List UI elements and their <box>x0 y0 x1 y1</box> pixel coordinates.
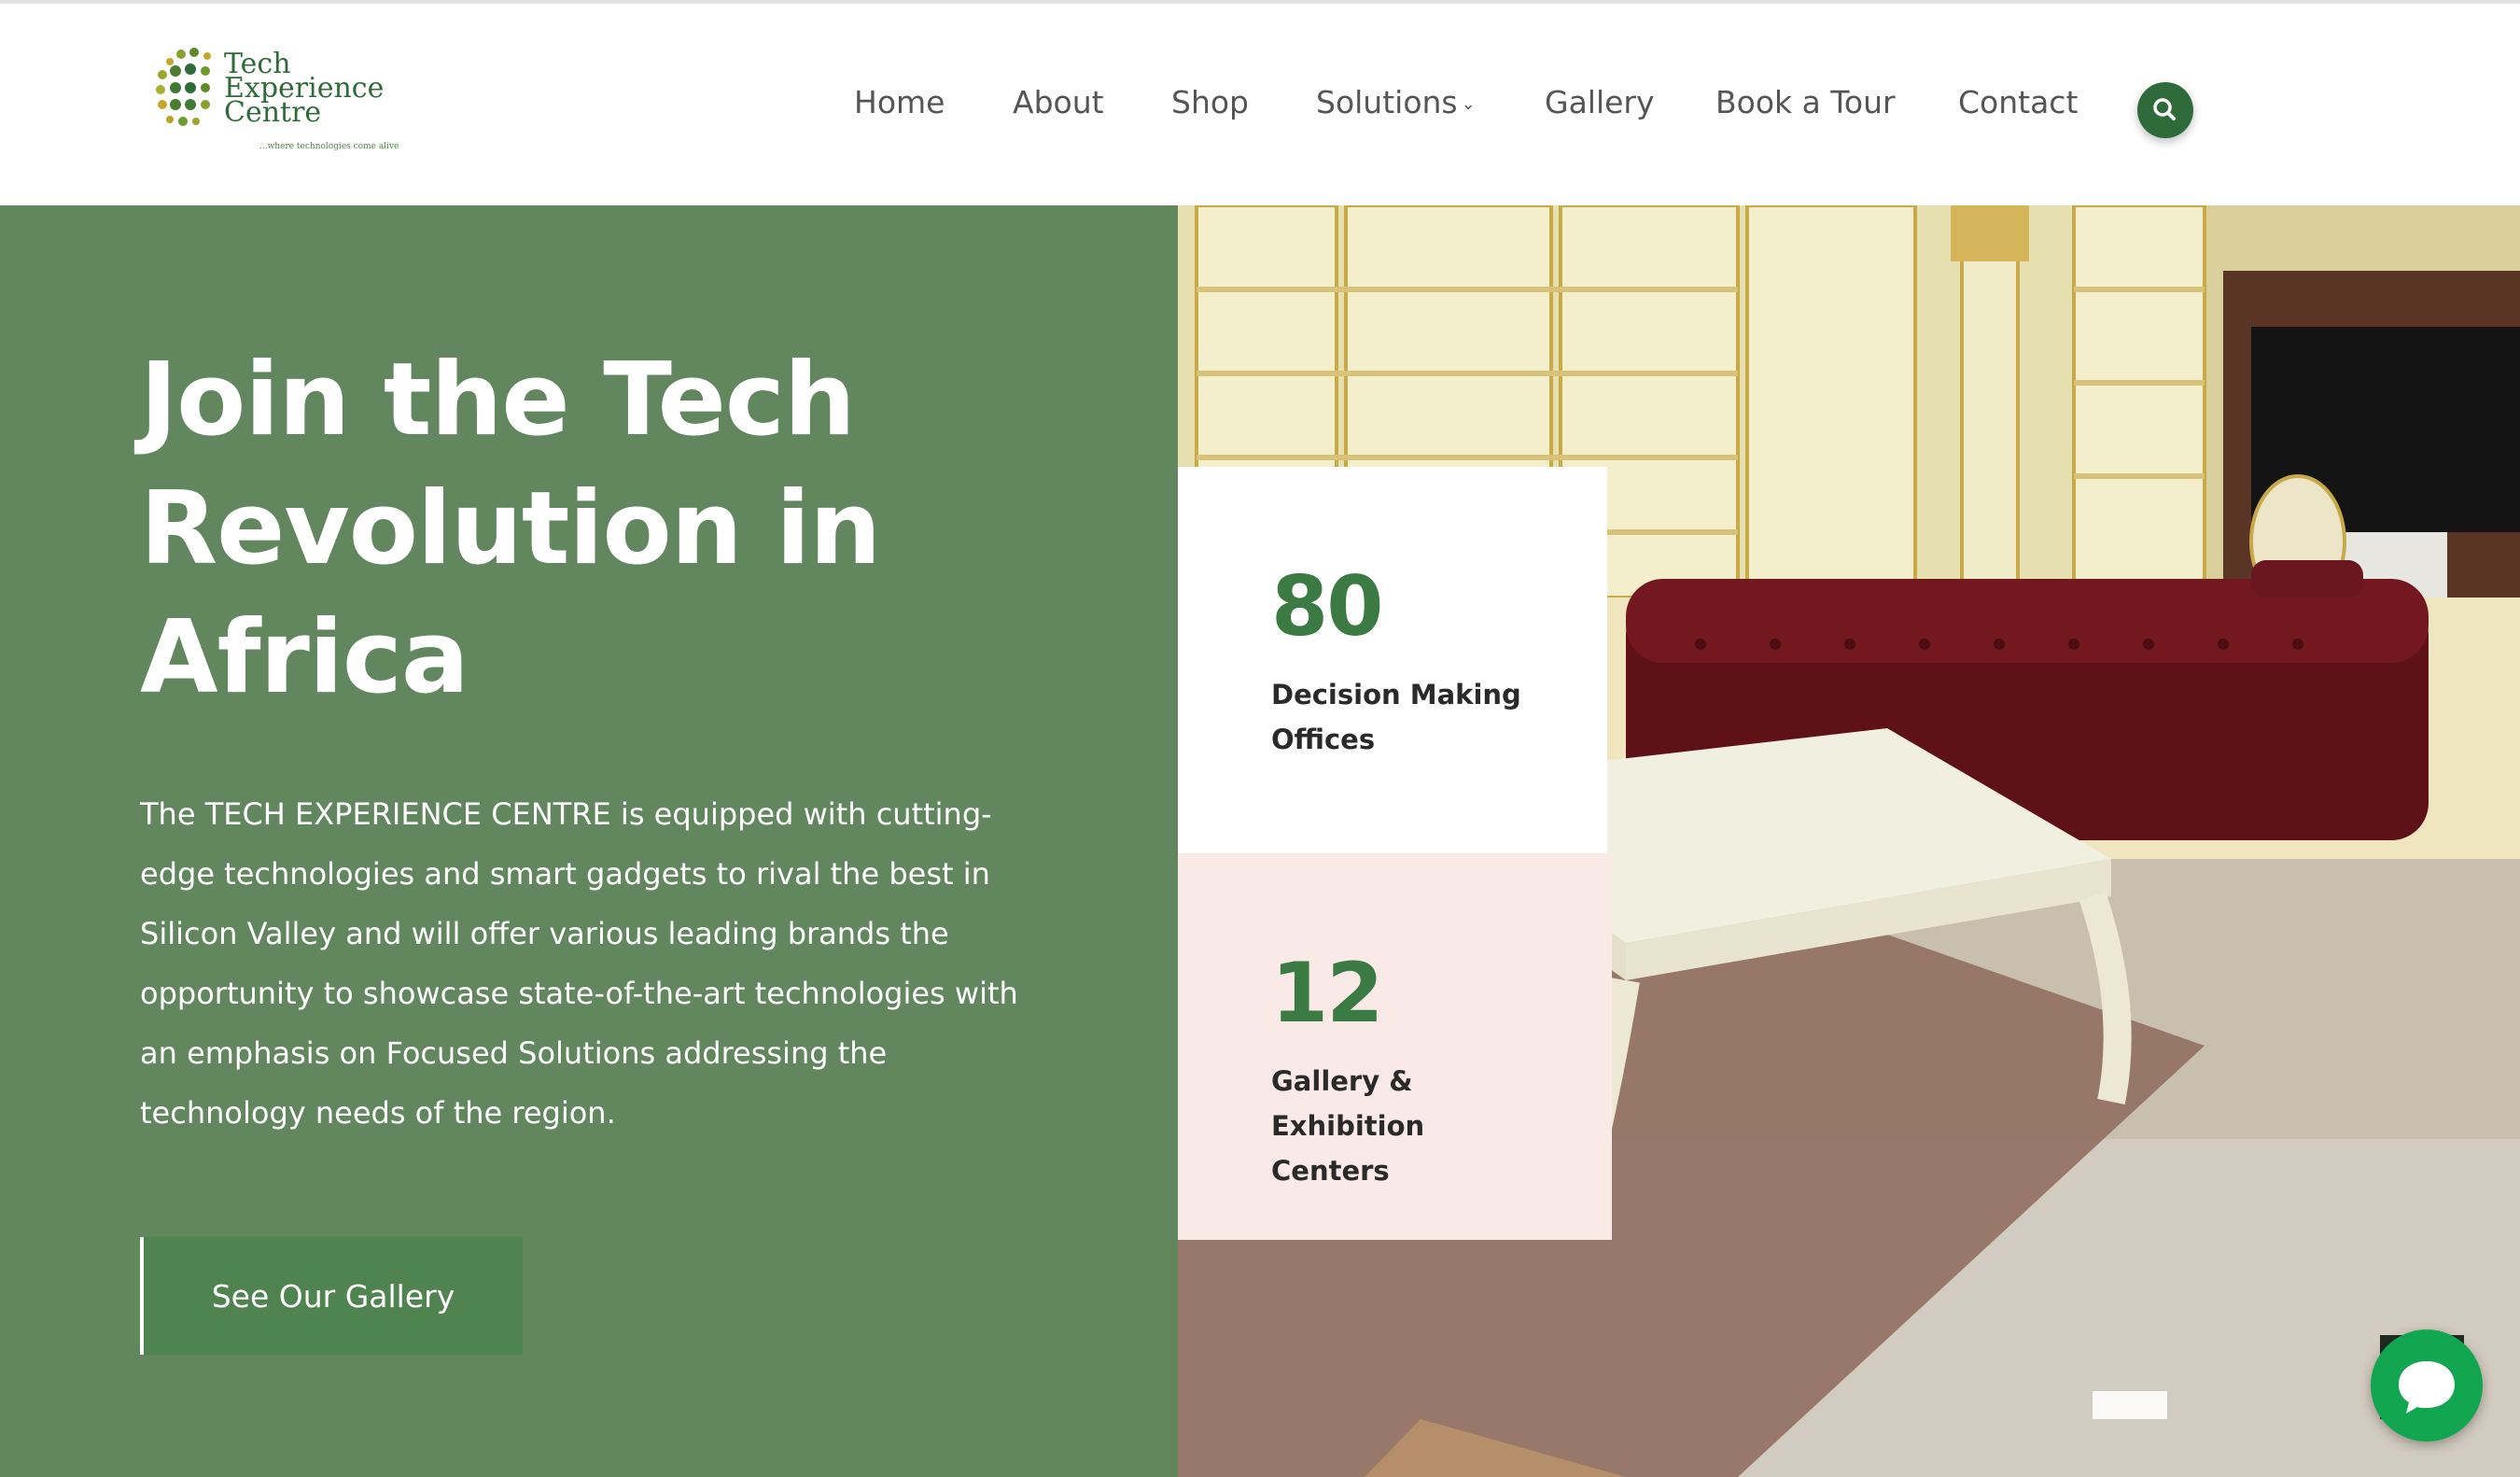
stat-value: 12 <box>1271 945 1383 1041</box>
stat-value: 80 <box>1271 558 1383 654</box>
hero-title-line-3: Africa <box>140 599 469 716</box>
nav-shop[interactable]: Shop <box>1171 84 1249 120</box>
chevron-down-icon: ⌄ <box>1461 94 1476 114</box>
site-header: Tech Experience Centre ...where technolo… <box>0 4 2520 205</box>
chat-bubble-icon <box>2399 1361 2455 1414</box>
hero-title-line-2: Revolution in <box>140 471 881 587</box>
nav-book-a-tour[interactable]: Book a Tour <box>1715 84 1896 120</box>
stat-card-galleries: 12 Gallery & Exhibition Centers <box>1178 853 1612 1240</box>
hero-title: Join the Tech Revolution in Africa <box>140 336 1055 723</box>
nav-home[interactable]: Home <box>854 84 945 120</box>
search-icon <box>2153 98 2176 120</box>
nav-solutions[interactable]: Solutions ⌄ <box>1316 84 1476 120</box>
stat-card-offices: 80 Decision Making Offices <box>1178 467 1607 853</box>
hero-panel: Join the Tech Revolution in Africa The T… <box>0 205 1178 1477</box>
logo-tagline: ...where technologies come alive <box>259 142 399 151</box>
nav-about[interactable]: About <box>1013 84 1104 120</box>
nav-solutions-label: Solutions <box>1316 84 1458 120</box>
chat-button[interactable] <box>2371 1329 2483 1442</box>
hero-description: The TECH EXPERIENCE CENTRE is equipped w… <box>140 796 1018 1131</box>
nav-contact[interactable]: Contact <box>1958 84 2078 120</box>
stat-label: Decision Making Offices <box>1271 679 1521 755</box>
nav-gallery[interactable]: Gallery <box>1545 84 1655 120</box>
search-button[interactable] <box>2137 82 2193 138</box>
see-our-gallery-button[interactable]: See Our Gallery <box>140 1237 523 1355</box>
stat-label: Gallery & Exhibition Centers <box>1271 1065 1425 1187</box>
hero-title-line-1: Join the Tech <box>140 342 856 458</box>
